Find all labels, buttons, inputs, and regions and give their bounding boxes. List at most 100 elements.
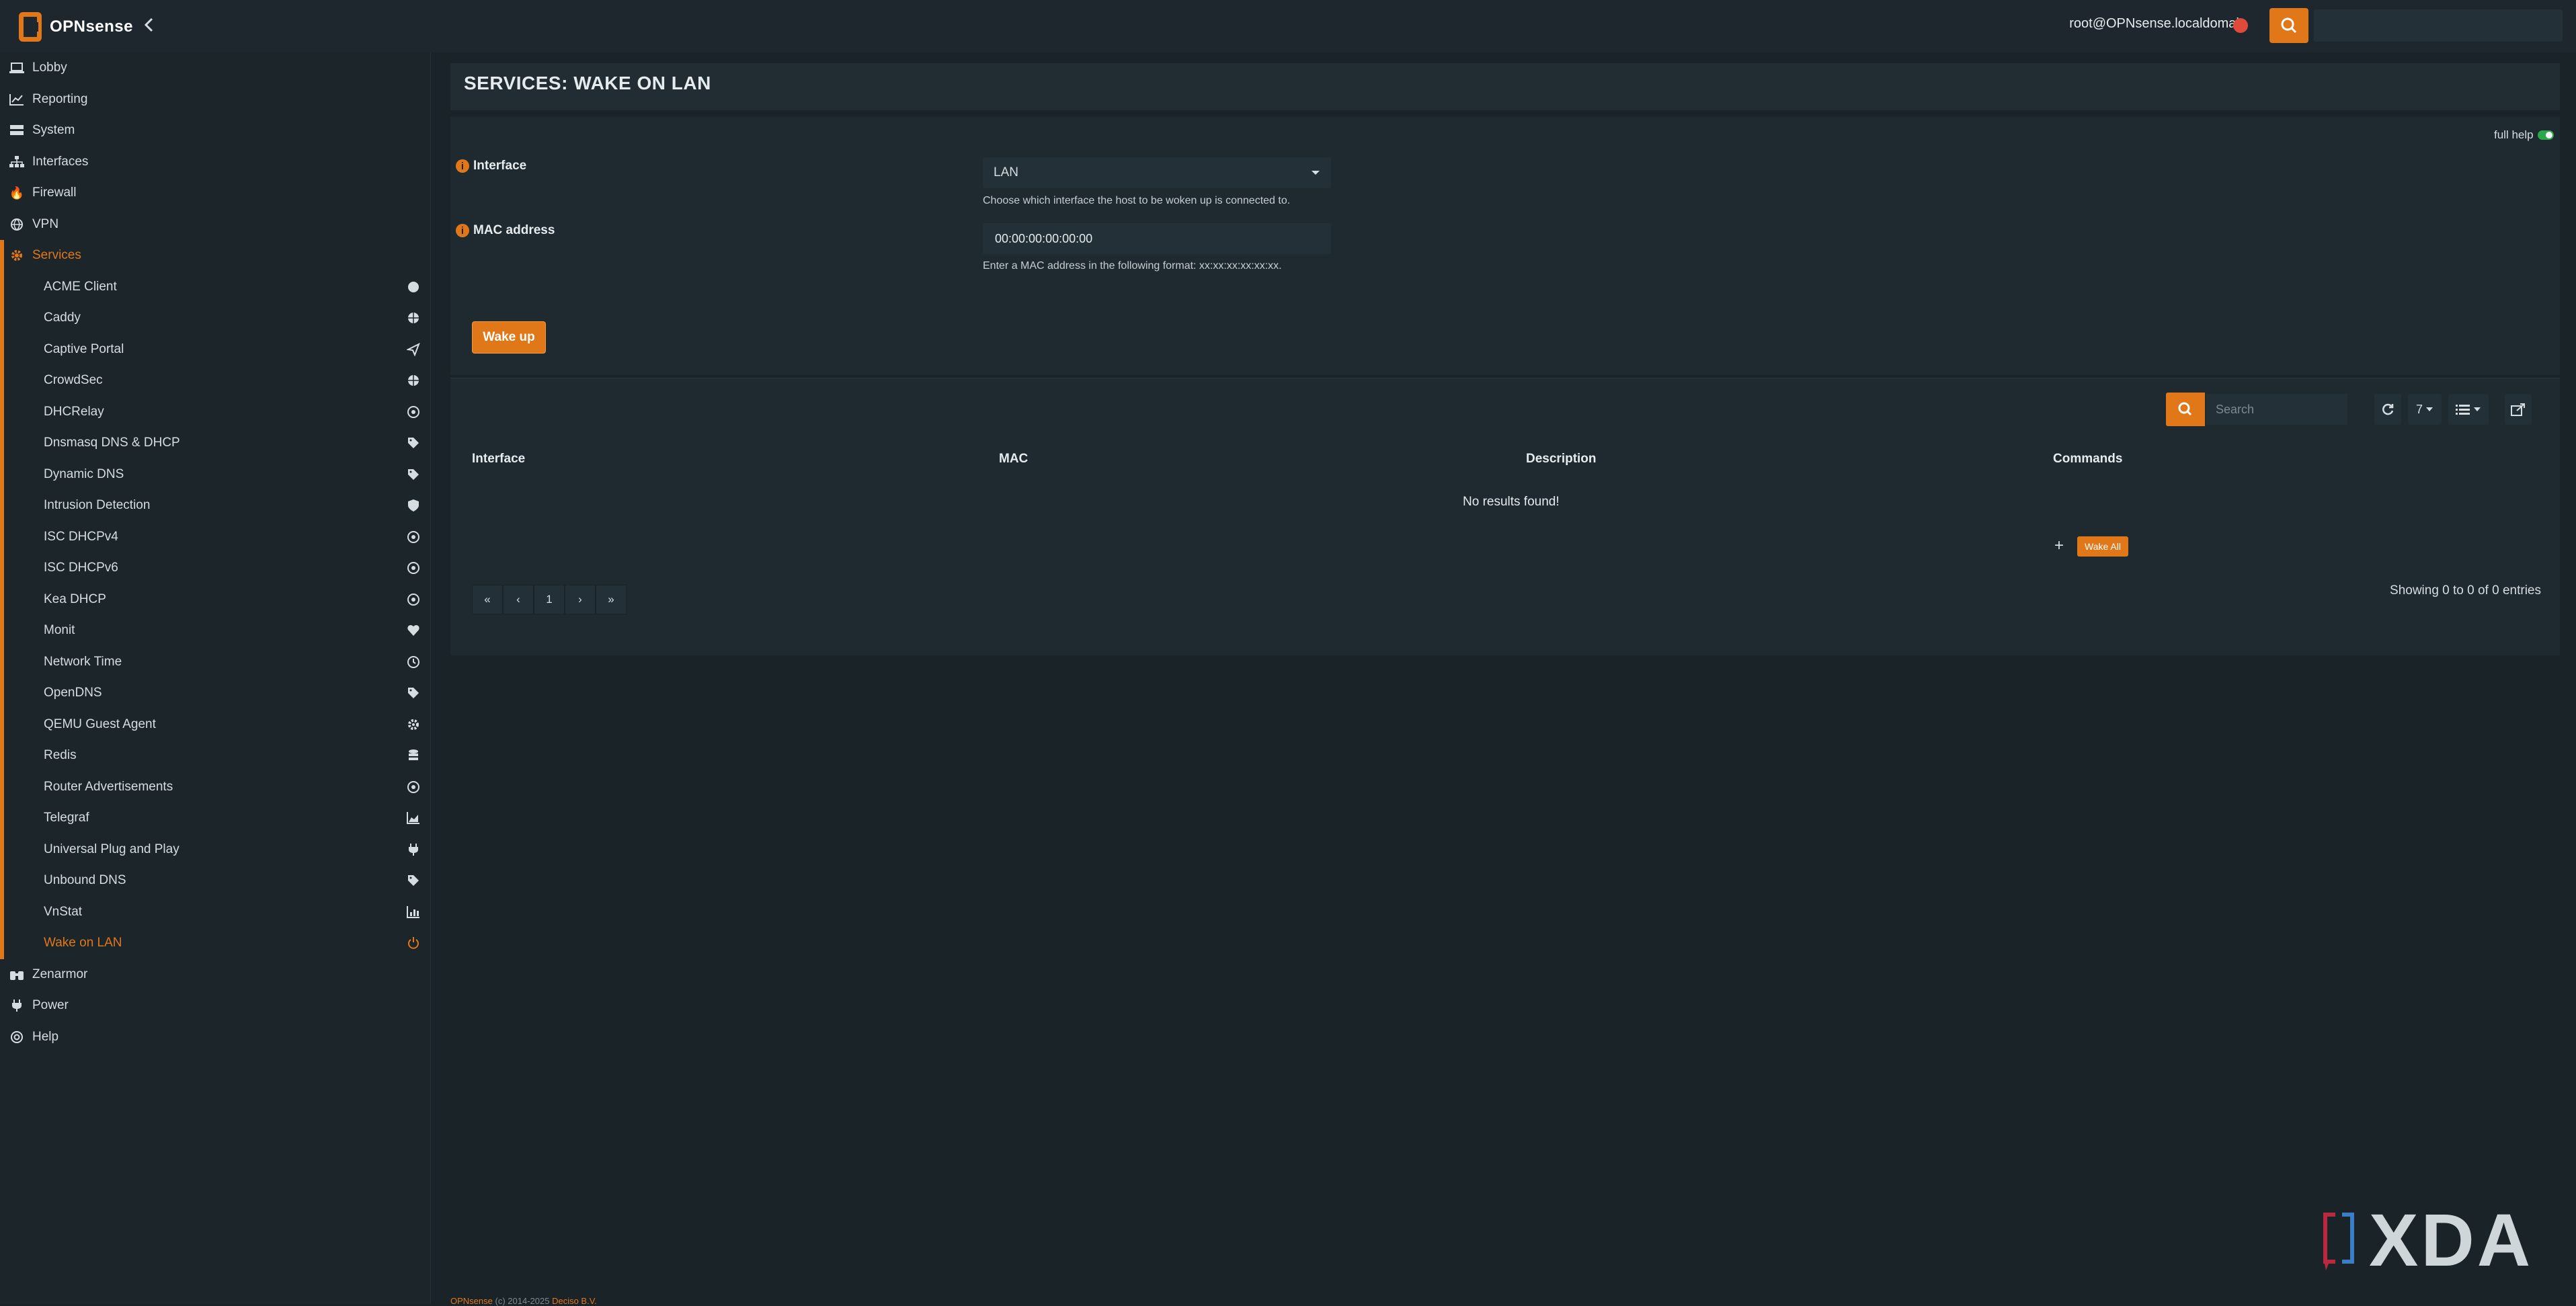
wake-up-button[interactable]: Wake up [472,321,546,354]
sidebar-item-crowdsec[interactable]: CrowdSec [0,365,430,396]
sidebar-item-captive-portal[interactable]: Captive Portal [0,334,430,365]
share-icon [2511,403,2525,416]
mac-address-input[interactable]: 00:00:00:00:00:00 [983,223,1331,254]
collapse-sidebar-button[interactable] [138,15,161,38]
chart-icon [8,91,26,108]
sidebar-item-label: Redis [44,748,77,762]
sidebar-item-dynamic-dns[interactable]: Dynamic DNS [0,459,430,490]
refresh-button[interactable] [2374,394,2401,425]
power-icon [405,934,422,952]
info-icon[interactable]: i [456,159,469,173]
columns-dropdown[interactable] [2448,394,2489,425]
sidebar-item-label: Dynamic DNS [44,467,124,481]
sidebar-item-redis[interactable]: Redis [0,740,430,771]
sidebar-item-unbound-dns[interactable]: Unbound DNS [0,865,430,896]
sidebar-item-label: OpenDNS [44,686,102,700]
logo-text: OPNsense [49,17,133,36]
sidebar-item-label: Dnsmasq DNS & DHCP [44,436,180,450]
sidebar-item-label: Reporting [32,92,88,106]
sidebar-item-caddy[interactable]: Caddy [0,302,430,333]
column-header-mac[interactable]: MAC [999,452,1028,466]
certificate-icon [405,278,422,296]
sidebar-item-monit[interactable]: Monit [0,615,430,646]
sidebar-item-network-time[interactable]: Network Time [0,647,430,678]
sidebar-item-label: Network Time [44,655,122,669]
export-button[interactable] [2505,394,2532,425]
sidebar-item-firewall[interactable]: 🔥 Firewall [0,177,430,208]
heartbeat-icon [405,622,422,639]
globe-icon [405,309,422,327]
interface-select[interactable]: LAN [983,157,1331,188]
add-icon[interactable]: + [2054,536,2064,555]
sidebar-item-wake-on-lan[interactable]: Wake on LAN [0,928,430,958]
sidebar-item-lobby[interactable]: Lobby [0,52,430,83]
first-page-button[interactable]: « [472,585,503,614]
column-header-interface[interactable]: Interface [472,452,525,466]
sidebar-item-vnstat[interactable]: VnStat [0,897,430,928]
page-title: SERVICES: WAKE ON LAN [464,73,711,93]
wake-all-button[interactable]: Wake All [2077,536,2128,557]
interface-select-value: LAN [994,165,1018,179]
sidebar-item-label: VnStat [44,905,83,919]
info-icon[interactable]: i [456,224,469,237]
laptop-icon [8,59,26,77]
plug-icon [405,841,422,858]
gear-icon [405,716,422,733]
sidebar-item-interfaces[interactable]: Interfaces [0,147,430,177]
sidebar-item-isc-dhcpv4[interactable]: ISC DHCPv4 [0,522,430,553]
sidebar-item-qemu-guest-agent[interactable]: QEMU Guest Agent [0,709,430,740]
full-help-toggle[interactable]: full help [2494,128,2554,142]
sidebar-item-label: Zenarmor [32,967,88,981]
sidebar-item-dhcrelay[interactable]: DHCRelay [0,397,430,427]
sidebar-item-label: Monit [44,623,75,637]
sidebar-item-system[interactable]: System [0,115,430,146]
server-icon [8,122,26,139]
sidebar-item-dnsmasq[interactable]: Dnsmasq DNS & DHCP [0,427,430,458]
interface-help-text: Choose which interface the host to be wo… [983,195,1291,206]
column-header-description[interactable]: Description [1526,452,1597,466]
sidebar-item-kea-dhcp[interactable]: Kea DHCP [0,584,430,615]
page-1-button[interactable]: 1 [534,585,565,614]
sidebar-item-reporting[interactable]: Reporting [0,84,430,115]
sidebar-item-opendns[interactable]: OpenDNS [0,678,430,708]
last-page-button[interactable]: » [596,585,627,614]
opnsense-logo[interactable]: OPNsense [19,8,133,46]
sidebar-item-intrusion-detection[interactable]: Intrusion Detection [0,490,430,521]
full-help-label: full help [2494,128,2534,141]
sidebar-item-zenarmor[interactable]: Zenarmor [0,959,430,990]
page-size-dropdown[interactable]: 7 [2408,394,2442,425]
footer-brand-link[interactable]: OPNsense [450,1296,493,1306]
top-search-input[interactable] [2314,9,2563,42]
xda-watermark-text: XDA [2369,1199,2534,1282]
sidebar-item-label: System [32,123,75,137]
sidebar-item-power[interactable]: Power [0,990,430,1021]
bullseye-icon [405,403,422,421]
sidebar-item-upnp[interactable]: Universal Plug and Play [0,834,430,865]
grid-search-button[interactable] [2166,393,2205,426]
footer: OPNsense (c) 2014-2025 Deciso B.V. [450,1296,597,1306]
globe-icon [405,372,422,389]
prev-page-button[interactable]: ‹ [503,585,534,614]
grid-search-input[interactable]: Search [2206,394,2347,425]
sidebar-item-vpn[interactable]: VPN [0,209,430,240]
sidebar-item-help[interactable]: Help [0,1022,430,1053]
sidebar-item-label: ISC DHCPv4 [44,530,118,544]
status-indicator-icon[interactable] [2233,18,2248,33]
database-icon [405,747,422,764]
sidebar-item-label: Router Advertisements [44,780,173,794]
lifebuoy-icon [8,1028,26,1046]
sidebar-item-router-advertisements[interactable]: Router Advertisements [0,772,430,803]
user-menu[interactable]: root@OPNsense.localdomain [2069,16,2247,32]
list-icon [2456,405,2470,415]
sidebar-item-services[interactable]: Services [0,240,430,271]
sidebar-item-telegraf[interactable]: Telegraf [0,803,430,833]
sidebar-item-isc-dhcpv6[interactable]: ISC DHCPv6 [0,553,430,583]
next-page-button[interactable]: › [565,585,596,614]
bar-chart-icon [405,903,422,921]
top-search-button[interactable] [2269,8,2308,43]
sidebar-item-acme-client[interactable]: ACME Client [0,272,430,302]
entries-info: Showing 0 to 0 of 0 entries [2390,583,2541,598]
mac-field-label: i MAC address [456,223,555,238]
footer-company-link[interactable]: Deciso B.V. [552,1296,597,1306]
caret-down-icon [2474,407,2481,411]
